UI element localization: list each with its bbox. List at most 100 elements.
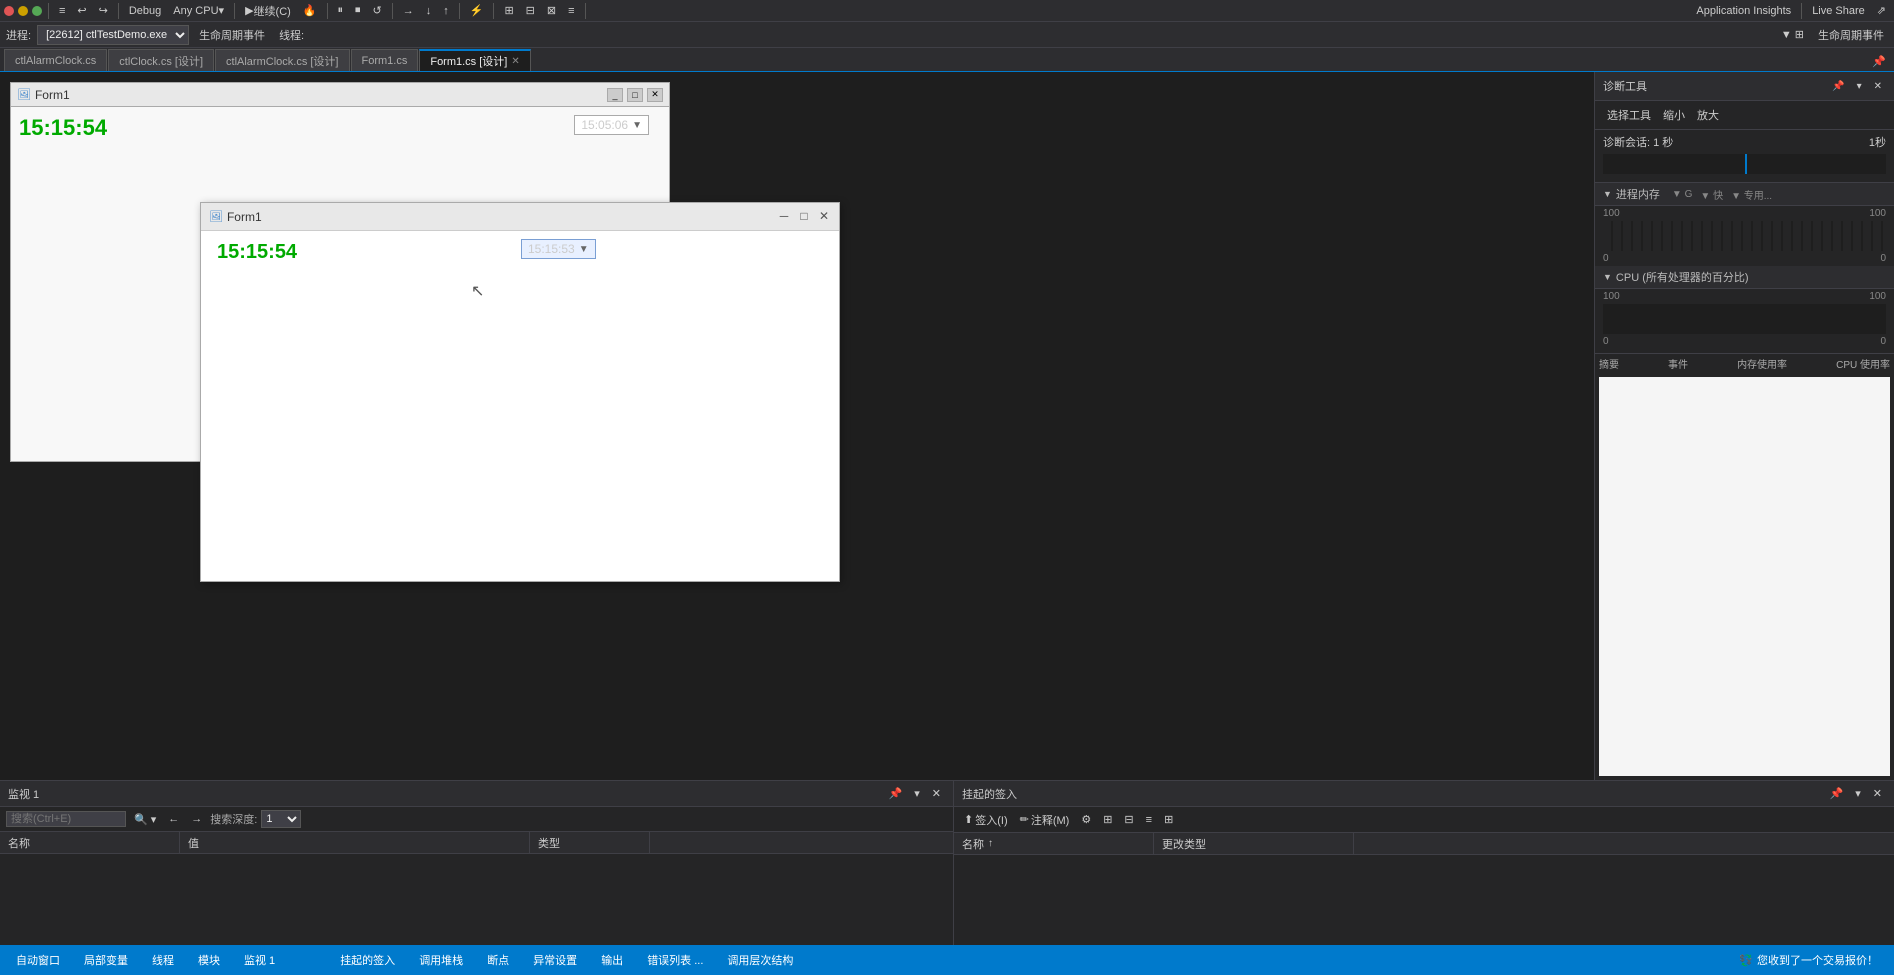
bp-pin-btn[interactable]: 📌 (1826, 784, 1848, 804)
tab-ctlclock-design[interactable]: ctlClock.cs [设计] (108, 49, 214, 71)
design-minimize-btn[interactable]: _ (607, 88, 623, 102)
diag-close-panel-btn[interactable]: ✕ (1870, 76, 1886, 96)
bp-settings-btn[interactable]: ⚙ (1077, 812, 1095, 827)
panel-pin-btn[interactable]: 📌 (1868, 51, 1890, 71)
status-callstack[interactable]: 调用堆栈 (411, 952, 471, 968)
warning-btn[interactable]: 🔥 (299, 1, 321, 21)
runtime-minimize-btn[interactable]: ─ (775, 207, 793, 225)
tab-form1-design[interactable]: Form1.cs [设计] ✕ (419, 49, 530, 71)
status-threads[interactable]: 线程 (144, 952, 182, 968)
cpu-0-right: 0 (1880, 336, 1886, 347)
forward-btn[interactable]: ↪ (95, 1, 112, 21)
continue-btn[interactable]: ▶ 继续(C) (241, 1, 295, 21)
status-output[interactable]: 输出 (593, 952, 631, 968)
zoom-out-btn[interactable]: 缩小 (1659, 105, 1689, 125)
status-breakpoints[interactable]: 断点 (479, 952, 517, 968)
bp-col-name: 名称 ↑ (954, 833, 1154, 854)
bp-more-btn[interactable]: ▾ (1851, 784, 1865, 804)
runtime-time-display: 15:15:54 (217, 241, 297, 264)
tab-form1-cs[interactable]: Form1.cs (351, 49, 419, 71)
mem-0-right: 0 (1880, 253, 1886, 264)
app-insights-btn[interactable]: Application Insights (1692, 1, 1795, 21)
format-btn3[interactable]: ⊠ (543, 1, 560, 21)
canvas-area: 🖼 Form1 _ □ ✕ 15:15:54 15:05:06 ▼ 🖼 (0, 72, 1594, 780)
search-back-btn[interactable]: ← (164, 809, 183, 829)
share-icon-btn[interactable]: ⇗ (1873, 1, 1890, 21)
status-exchange[interactable]: 💱 您收到了一个交易报价！ (1731, 952, 1886, 968)
status-call-hierarchy[interactable]: 调用层次结构 (719, 952, 801, 968)
sep7 (493, 3, 494, 19)
status-auto-window[interactable]: 自动窗口 (8, 952, 68, 968)
status-pending-checkin[interactable]: 挂起的签入 (332, 952, 403, 968)
tab-label: Form1.cs (362, 55, 408, 67)
diag-pin-btn[interactable]: 📌 (1828, 76, 1848, 96)
format-btn4[interactable]: ≡ (564, 1, 578, 21)
watch-table-header: 名称 值 类型 (0, 832, 953, 854)
bp-filter-btn[interactable]: ⊟ (1120, 812, 1137, 827)
select-tools-btn[interactable]: 选择工具 (1603, 105, 1655, 125)
stop-btn[interactable]: ⏹ (351, 1, 365, 21)
step-into-btn[interactable]: ↓ (422, 1, 436, 21)
form1-design-timepicker[interactable]: 15:05:06 ▼ (574, 115, 649, 135)
runtime-close-btn[interactable]: ✕ (815, 207, 833, 225)
tab-ctlalarmclock-cs[interactable]: ctlAlarmClock.cs (4, 49, 107, 71)
checkin-btn[interactable]: ⬆ 签入(I) (960, 811, 1012, 829)
form1-design-title: Form1 (35, 88, 70, 102)
pause-btn[interactable]: ⏸ (334, 1, 348, 21)
form1-runtime-window[interactable]: 🖼 Form1 ─ □ ✕ 15:15:54 15:15:53 ▼ ↖ (200, 202, 840, 582)
sep6 (459, 3, 460, 19)
process-select[interactable]: [22612] ctlTestDemo.exe (37, 25, 189, 45)
runtime-maximize-btn[interactable]: □ (795, 207, 813, 225)
more-debug-btn[interactable]: ⚡ (466, 1, 488, 21)
status-modules[interactable]: 模块 (190, 952, 228, 968)
tab-ctlalarmclock-design[interactable]: ctlAlarmClock.cs [设计] (215, 49, 349, 71)
debug-more-btn[interactable]: 生命周期事件 (1814, 25, 1888, 45)
timeline-cursor (1745, 154, 1747, 174)
cpu-label-text: CPU (所有处理器的百分比) (1616, 269, 1749, 285)
memory-arrow-icon: ▼ (1603, 189, 1612, 199)
form1-runtime-body: 15:15:54 15:15:53 ▼ ↖ (201, 231, 839, 581)
diag-more-btn[interactable]: ▾ (1853, 76, 1866, 96)
comment-btn[interactable]: ✏ 注释(M) (1016, 811, 1074, 829)
step-out-btn[interactable]: ↑ (439, 1, 453, 21)
bp-view-btn[interactable]: ≡ (1142, 813, 1156, 827)
status-locals[interactable]: 局部变量 (76, 952, 136, 968)
restart-btn[interactable]: ↺ (369, 1, 386, 21)
back-btn[interactable]: ↩ (73, 1, 90, 21)
format-btn2[interactable]: ⊟ (522, 1, 539, 21)
status-watch1[interactable]: 监视 1 (236, 952, 283, 968)
exchange-icon: 💱 (1739, 954, 1753, 967)
mem-fast-label: ▼ 快 (1700, 187, 1723, 202)
bp-sort-btn[interactable]: ⊞ (1099, 812, 1116, 827)
watch-pin-btn[interactable]: 📌 (885, 784, 907, 804)
search-fwd-btn[interactable]: → (187, 809, 206, 829)
design-close-btn[interactable]: ✕ (647, 88, 663, 102)
format-btn1[interactable]: ⊞ (500, 1, 517, 21)
live-share-btn[interactable]: Live Share (1808, 1, 1869, 21)
cpu-100-left: 100 (1603, 291, 1620, 302)
search-options-btn[interactable]: 🔍 ▾ (130, 809, 160, 829)
file-menu-btn[interactable]: ≡ (55, 1, 69, 21)
filter-btn[interactable]: ▼ ⊞ (1777, 25, 1808, 45)
zoom-in-btn[interactable]: 放大 (1693, 105, 1723, 125)
timepicker-arrow-icon: ▼ (632, 120, 642, 131)
step-over-btn[interactable]: → (399, 1, 418, 21)
bp-toolbar: ⬆ 签入(I) ✏ 注释(M) ⚙ ⊞ ⊟ ≡ ⊞ (954, 807, 1894, 833)
design-maximize-btn[interactable]: □ (627, 88, 643, 102)
bp-expand-btn[interactable]: ⊞ (1160, 812, 1177, 827)
thread-btn[interactable]: 线程: (275, 25, 308, 45)
watch-close-btn[interactable]: ✕ (928, 784, 945, 804)
sep5 (392, 3, 393, 19)
runtime-timepicker[interactable]: 15:15:53 ▼ (521, 239, 596, 259)
watch-more-btn[interactable]: ▾ (910, 784, 924, 804)
bp-close-btn[interactable]: ✕ (1869, 784, 1886, 804)
right-panel-header: 诊断工具 📌 ▾ ✕ (1595, 72, 1894, 101)
status-error-list[interactable]: 错误列表 ... (639, 952, 711, 968)
mem-used-label: ▼ 专用... (1731, 187, 1772, 202)
cpu-select-btn[interactable]: Any CPU ▾ (169, 1, 228, 21)
status-exception-settings[interactable]: 异常设置 (525, 952, 585, 968)
tab-close-icon[interactable]: ✕ (511, 56, 519, 67)
lifecycle-btn[interactable]: 生命周期事件 (195, 25, 269, 45)
depth-select[interactable]: 1 2 3 (261, 810, 301, 828)
watch-search-input[interactable] (6, 811, 126, 827)
